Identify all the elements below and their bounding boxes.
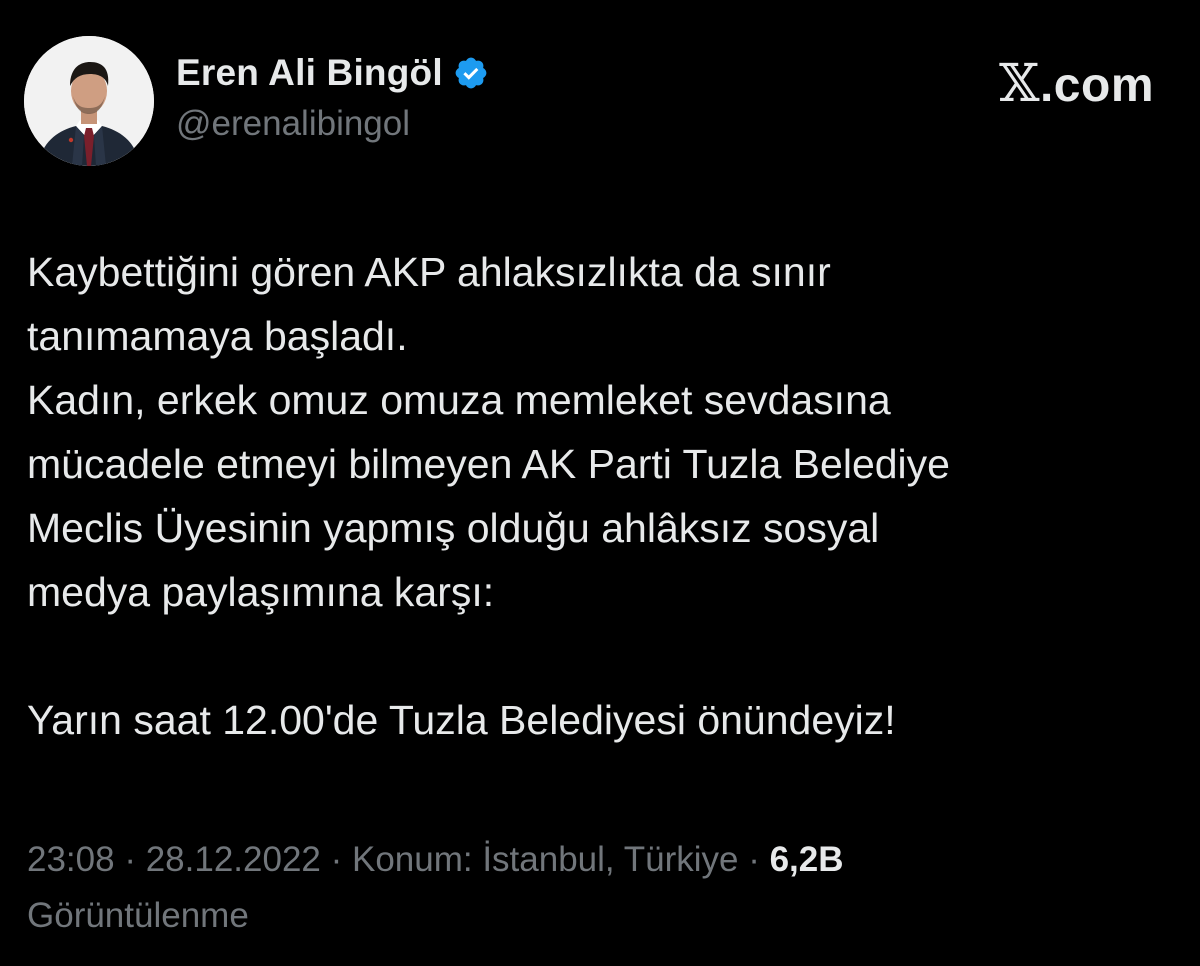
author-display-name[interactable]: Eren Ali Bingöl (176, 52, 443, 94)
avatar[interactable] (24, 36, 154, 166)
tweet-paragraph-1: Kaybettiğini gören AKP ahlaksızlıkta da … (27, 249, 950, 615)
tweet-paragraph-2: Yarın saat 12.00'de Tuzla Belediyesi önü… (27, 697, 896, 743)
verified-badge-icon[interactable] (453, 55, 489, 91)
views-count[interactable]: 6,2B (770, 840, 844, 879)
tweet-location: Konum: İstanbul, Türkiye (351, 840, 739, 879)
tweet-card: Eren Ali Bingöl @erenalibingol 𝕏.com Kay… (0, 0, 1200, 966)
meta-separator: · (320, 840, 352, 879)
meta-separator: · (738, 840, 770, 879)
x-logo-icon: 𝕏 (999, 54, 1040, 114)
tweet-time[interactable]: 23:08 (27, 840, 115, 879)
tweet-text: Kaybettiğini gören AKP ahlaksızlıkta da … (27, 240, 1167, 752)
meta-separator: · (114, 840, 146, 879)
brand-domain: .com (1039, 59, 1154, 112)
views-label: Görüntülenme (27, 896, 249, 935)
author-info: Eren Ali Bingöl @erenalibingol (176, 50, 489, 144)
author-name-row: Eren Ali Bingöl (176, 50, 489, 96)
tweet-date[interactable]: 28.12.2022 (146, 840, 321, 879)
avatar-photo (24, 36, 154, 166)
tweet-header: Eren Ali Bingöl @erenalibingol 𝕏.com (24, 32, 1176, 172)
tweet-meta: 23:08 · 28.12.2022 · Konum: İstanbul, Tü… (27, 832, 1167, 944)
author-handle[interactable]: @erenalibingol (176, 104, 489, 144)
x-com-logo: 𝕏.com (999, 54, 1154, 114)
